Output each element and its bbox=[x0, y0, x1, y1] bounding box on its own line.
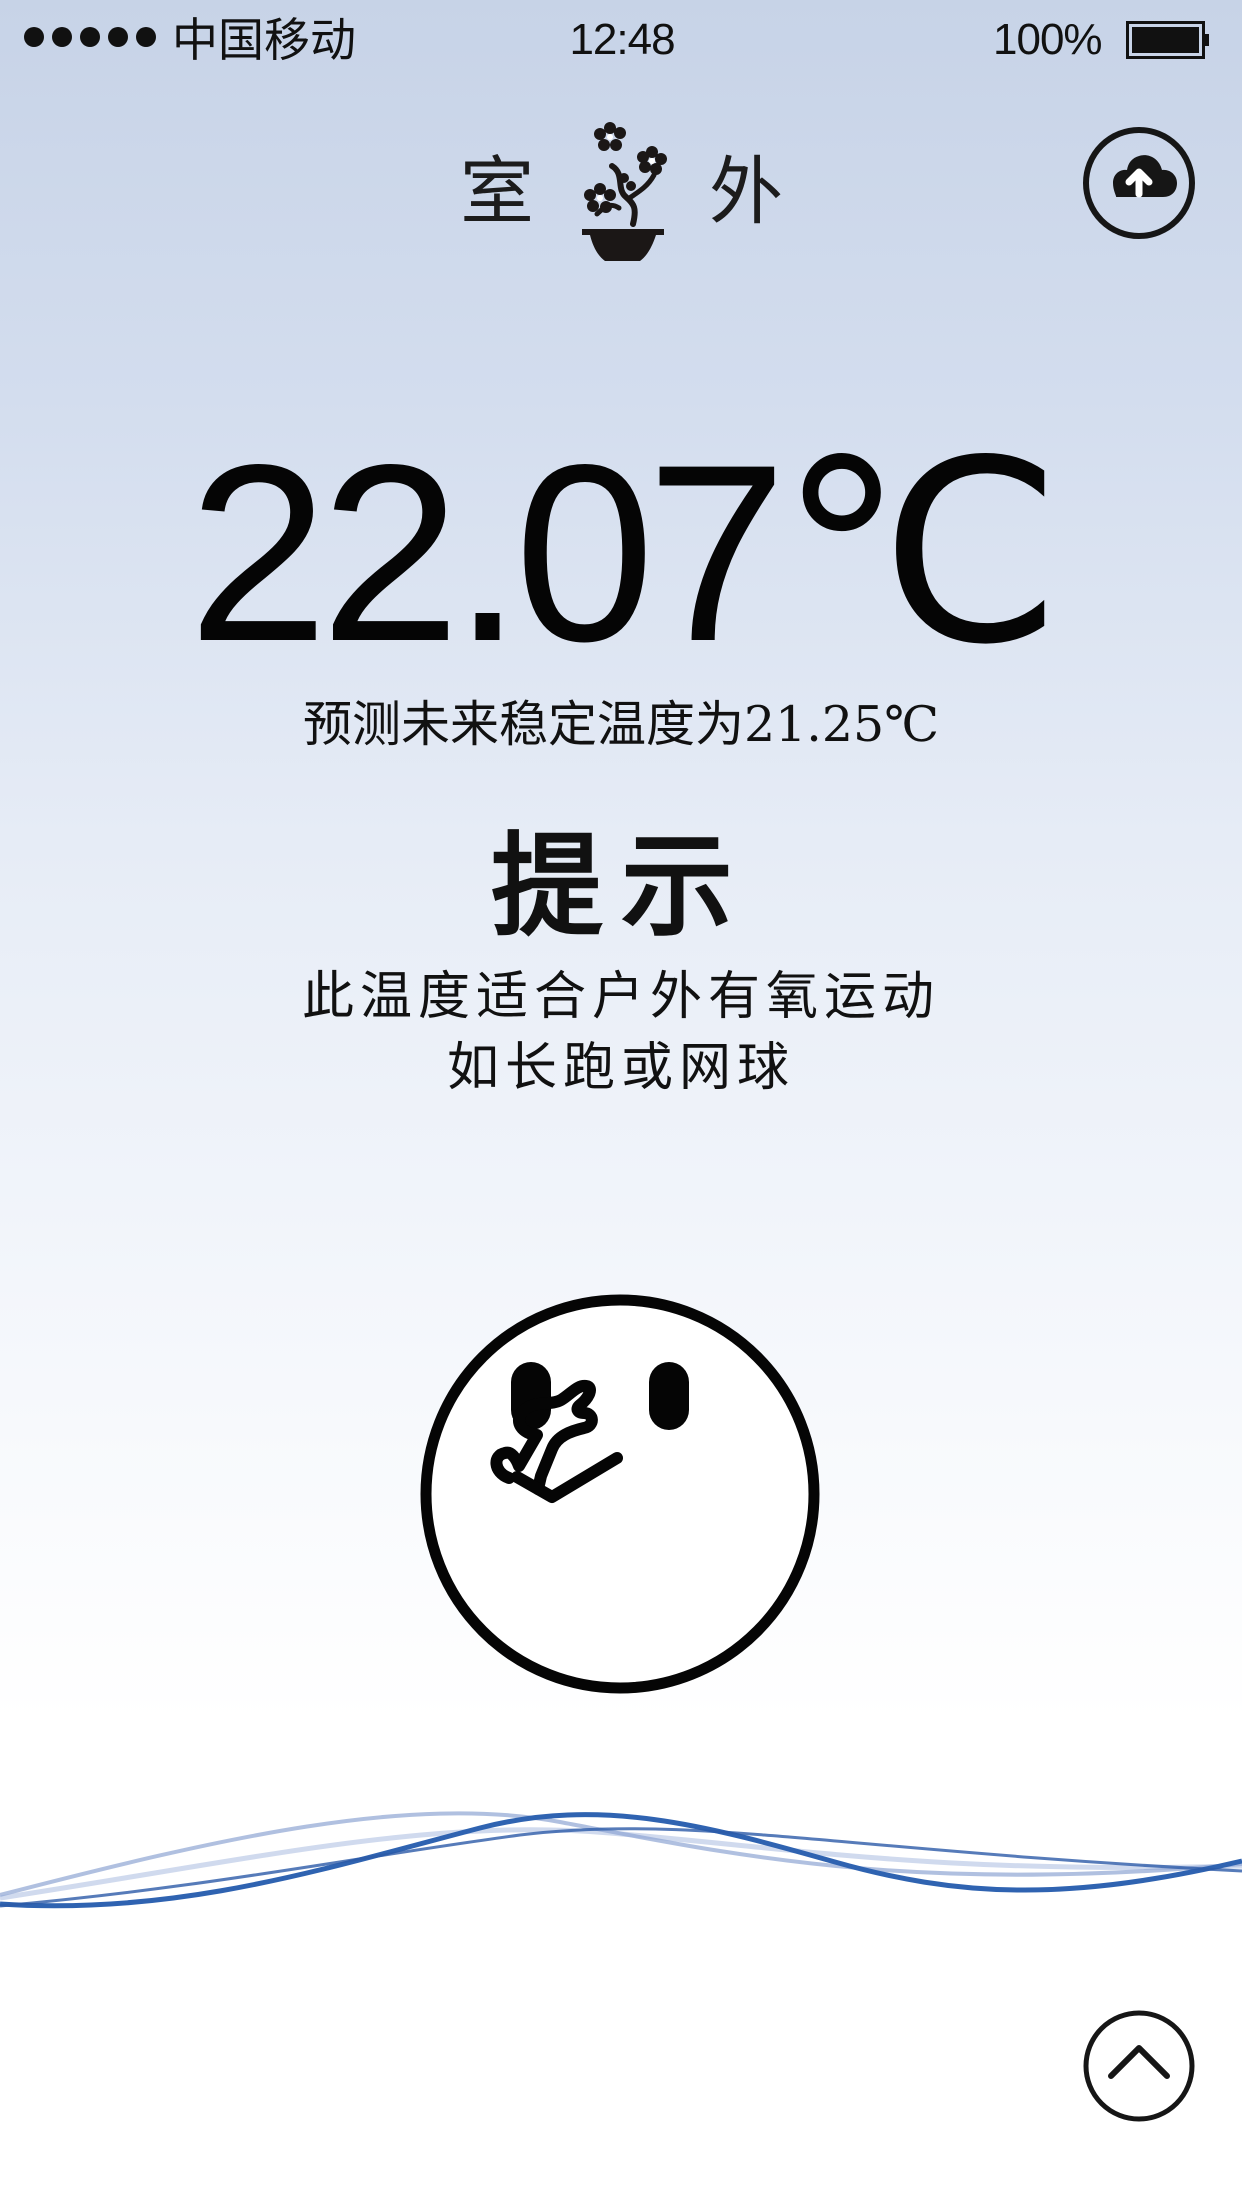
predicted-temperature: 预测未来稳定温度为21.25℃ bbox=[302, 696, 940, 753]
scroll-up-button[interactable] bbox=[1081, 2008, 1197, 2124]
current-temperature: 22.07℃ bbox=[188, 413, 1062, 694]
cloud-upload-button[interactable] bbox=[1081, 125, 1197, 241]
signal-dot bbox=[52, 27, 72, 47]
tip-line: 如长跑或网球 bbox=[446, 1038, 795, 1098]
status-time: 12:48 bbox=[569, 15, 675, 64]
signal-dot bbox=[24, 27, 44, 47]
status-bar: 中国移动 12:48 100% bbox=[0, 0, 1242, 80]
signal-dot bbox=[108, 27, 128, 47]
app-header: 室 外 bbox=[0, 116, 1242, 266]
signal-dot bbox=[80, 27, 100, 47]
tip-line: 此温度适合户外有氧运动 bbox=[301, 967, 940, 1027]
battery-icon bbox=[1126, 21, 1209, 59]
signal-strength-icon bbox=[24, 27, 156, 47]
thinking-face-icon bbox=[420, 1294, 820, 1694]
bonsai-logo-icon bbox=[582, 122, 667, 261]
signal-dot bbox=[136, 27, 156, 47]
indoor-title: 室 bbox=[460, 149, 534, 235]
decorative-wave bbox=[0, 1811, 1242, 1909]
carrier-name: 中国移动 bbox=[172, 13, 356, 67]
outdoor-title: 外 bbox=[709, 149, 783, 235]
tip-title: 提示 bbox=[491, 821, 751, 952]
battery-percentage: 100% bbox=[993, 15, 1103, 64]
chevron-up-icon bbox=[1108, 2045, 1170, 2079]
cloud-upload-icon bbox=[1113, 155, 1177, 198]
